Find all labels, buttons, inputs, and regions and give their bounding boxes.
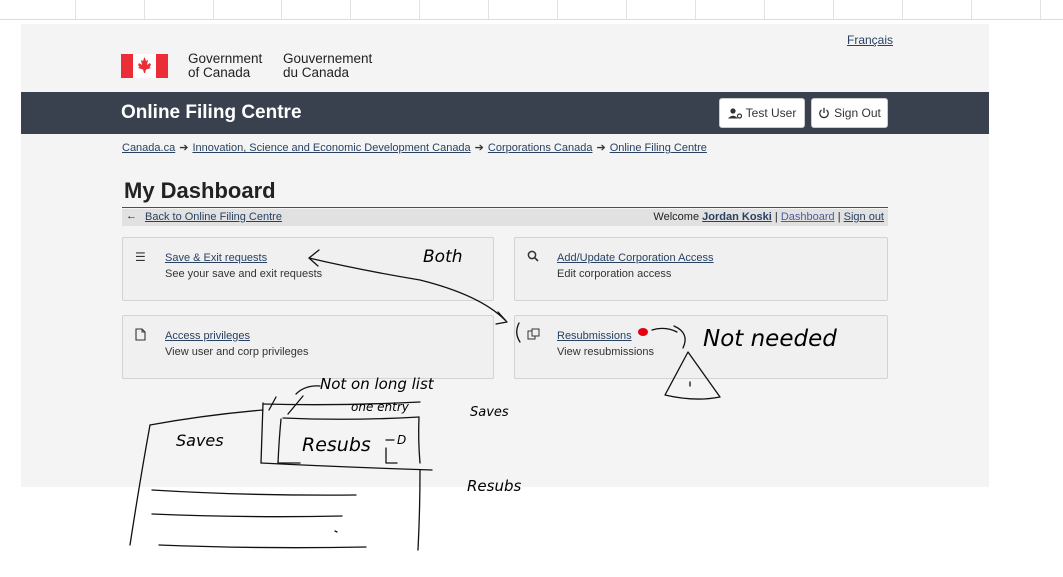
annotation-resubs: Resubs (302, 434, 371, 456)
annotation-d: D (397, 433, 406, 447)
handwritten-annotations: Both Not needed Not on long list one ent… (129, 247, 837, 551)
annotation-saves-left: Saves (176, 431, 224, 450)
annotation-one-entry: one entry (351, 400, 410, 414)
arrow-curve (308, 257, 506, 321)
annotation-resubs-right: Resubs (467, 477, 521, 495)
annotation-not-on-long-list: Not on long list (320, 375, 435, 393)
annotation-both: Both (423, 247, 463, 267)
annotation-saves-right: Saves (470, 405, 509, 420)
annotation-not-needed: Not needed (703, 326, 837, 352)
